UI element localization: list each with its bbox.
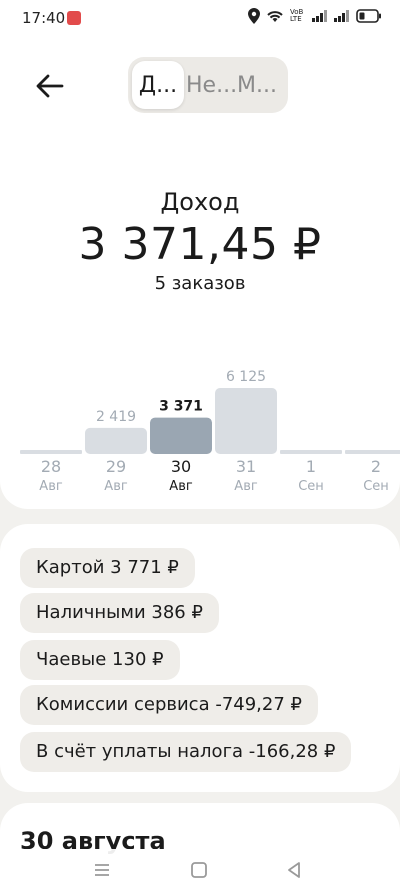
bar-30[interactable] <box>150 417 212 454</box>
menu-icon[interactable] <box>93 861 111 879</box>
chip-tax[interactable]: В счёт уплаты налога -166,28 ₽ <box>20 732 352 772</box>
bar-value-label: 2 419 <box>96 409 136 425</box>
month-label: Авг <box>234 479 258 494</box>
bar-value-label: 3 371 <box>159 399 203 415</box>
signal-icon <box>312 10 327 22</box>
month-label: Авг <box>39 479 63 494</box>
tab-week-month[interactable]: Не...М... <box>186 61 286 109</box>
bar-1[interactable] <box>280 450 342 454</box>
month-label: Сен <box>363 479 389 494</box>
month-label: Авг <box>169 479 193 494</box>
home-icon[interactable] <box>190 861 208 879</box>
period-switcher: Д... Не...М... <box>128 57 288 113</box>
arrow-left-icon <box>36 74 64 98</box>
tab-day[interactable]: Д... <box>132 61 184 109</box>
day-number-label: 2 <box>371 457 381 476</box>
wifi-icon <box>267 11 283 22</box>
month-label: Сен <box>298 479 324 494</box>
month-label: Авг <box>104 479 128 494</box>
income-title: Доход <box>160 188 240 216</box>
battery-icon <box>356 9 381 23</box>
back-button[interactable] <box>30 66 70 106</box>
bar-29[interactable] <box>85 427 147 454</box>
bar-31[interactable] <box>215 388 277 454</box>
bar-2[interactable] <box>345 450 400 454</box>
status-icons: VoB LTE <box>248 8 382 24</box>
orders-count: 5 заказов <box>154 273 246 294</box>
income-amount: 3 371,45 ₽ <box>78 219 322 270</box>
day-number-label: 29 <box>106 457 126 476</box>
system-nav-bar <box>0 849 400 895</box>
day-number-label: 30 <box>171 457 191 476</box>
status-time: 17:40 <box>22 9 66 27</box>
daily-income-chart[interactable]: 28 Авг 2 419 29 Авг 3 371 30 Авг 6 125 31 Авг 1 Сен 2… <box>0 360 400 500</box>
signal-icon <box>334 10 349 22</box>
bar-value-label: 6 125 <box>226 369 266 385</box>
notification-app-icon <box>67 11 81 25</box>
breakdown-card: Картой 3 771 ₽ Наличными 386 ₽ Чаевые 13… <box>0 524 400 792</box>
back-icon[interactable] <box>285 861 303 879</box>
day-number-label: 31 <box>236 457 256 476</box>
day-number-label: 28 <box>41 457 61 476</box>
bar-28[interactable] <box>20 450 82 454</box>
status-bar: 17:40 VoB LTE <box>0 0 400 36</box>
chip-service-fee[interactable]: Комиссии сервиса -749,27 ₽ <box>20 685 318 725</box>
network-label: VoB LTE <box>290 8 304 23</box>
chip-card-payment[interactable]: Картой 3 771 ₽ <box>20 548 195 588</box>
location-icon <box>248 8 260 24</box>
chip-tips[interactable]: Чаевые 130 ₽ <box>20 640 180 680</box>
chip-cash[interactable]: Наличными 386 ₽ <box>20 593 219 633</box>
day-number-label: 1 <box>306 457 316 476</box>
